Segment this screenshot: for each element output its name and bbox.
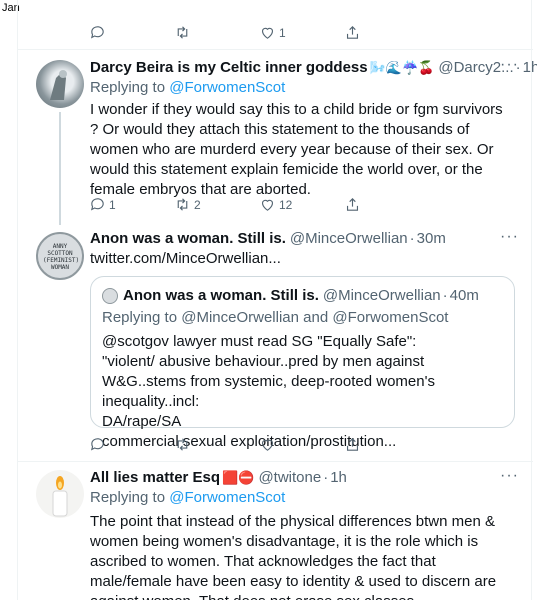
avatar[interactable]: ANNY SCOTTON (FEMINIST) WOMAN (36, 232, 84, 280)
timestamp[interactable]: 1h (523, 59, 537, 76)
quote-header: Anon was a woman. Still is. @MinceOrwell… (102, 287, 479, 304)
quoted-tweet[interactable]: Anon was a woman. Still is. @MinceOrwell… (90, 276, 515, 450)
quote-replying-to: Replying to @MinceOrwellian and @Forwome… (102, 309, 448, 326)
prev-tweet-actions: 1 (89, 24, 509, 41)
replying-to-link[interactable]: @ForwomenScot (169, 79, 285, 96)
retweet-icon (177, 198, 188, 211)
like-icon (261, 199, 274, 211)
avatar-badge-text: ANNY SCOTTON (FEMINIST) WOMAN (43, 243, 80, 271)
quote-line: DA/rape/SA (102, 413, 182, 430)
quote-author-name: Anon was a woman. Still is. (123, 287, 319, 304)
quote-author-handle: @MinceOrwellian (322, 287, 441, 304)
tweet1-header: Darcy Beira is my Celtic inner goddess 🌬… (90, 59, 537, 76)
separator-dot: · (409, 230, 415, 247)
reply-count: 1 (109, 197, 116, 212)
retweet-icon (177, 438, 188, 451)
author-handle[interactable]: @MinceOrwellian (290, 230, 408, 247)
retweet-count: 2 (194, 197, 201, 212)
quote-avatar (102, 287, 118, 304)
retweet-icon (177, 26, 188, 39)
more-icon[interactable]: ··· (500, 56, 519, 74)
share-icon (346, 438, 359, 451)
like-count: 1 (279, 25, 286, 40)
like-button[interactable]: 12 (259, 196, 344, 213)
reply-icon (90, 26, 104, 39)
timestamp[interactable]: 30m (417, 230, 446, 247)
replying-prefix: Replying to (90, 79, 166, 96)
tweet3-header: All lies matter Esq 🟥⛔ @twitone · 1h (90, 469, 347, 486)
like-button[interactable] (259, 436, 344, 453)
share-button[interactable] (344, 24, 361, 41)
tweet-text: I wonder if they would say this to a chi… (90, 101, 503, 198)
share-icon (346, 198, 359, 211)
quote-text: @scotgov lawyer must read SG "Equally Sa… (102, 332, 507, 452)
replying-to: Replying to @ForwomenScot (90, 79, 285, 96)
share-button[interactable] (344, 196, 361, 213)
divider (18, 49, 533, 50)
name-emojis: 🌬️🌊☔️🍒 (369, 59, 435, 75)
author-name[interactable]: All lies matter Esq (90, 469, 220, 486)
share-icon (346, 26, 359, 39)
more-icon[interactable]: ··· (500, 467, 519, 485)
author-handle[interactable]: @twitone (258, 469, 321, 486)
more-icon[interactable]: ··· (500, 228, 519, 246)
tweet-link[interactable]: twitter.com/MinceOrwellian... (90, 249, 281, 269)
retweet-button[interactable] (174, 436, 259, 453)
separator-dot: · (323, 469, 329, 486)
reply-icon (90, 198, 104, 211)
replying-to-user: @ForwomenScot (332, 309, 449, 326)
like-button[interactable]: 1 (259, 24, 344, 41)
replying-to-link[interactable]: @ForwomenScot (169, 489, 285, 506)
replying-to-user: @MinceOrwellian (181, 309, 299, 326)
divider (18, 461, 533, 462)
avatar[interactable] (36, 470, 84, 518)
avatar-image (50, 70, 67, 100)
like-icon (261, 439, 274, 451)
replying-and: and (303, 309, 329, 326)
timestamp[interactable]: 1h (330, 469, 347, 486)
name-emojis: 🟥⛔ (222, 469, 255, 485)
thread-line (59, 112, 61, 225)
tweet-text: The point that instead of the physical d… (90, 513, 497, 600)
tweet2-actions (89, 436, 509, 453)
like-count: 12 (279, 197, 293, 212)
reply-button[interactable]: 1 (89, 196, 174, 213)
replying-prefix: Replying to (90, 489, 166, 506)
share-button[interactable] (344, 436, 361, 453)
separator-dot: · (442, 287, 448, 304)
quote-timestamp: 40m (449, 287, 479, 304)
replying-to: Replying to @ForwomenScot (90, 489, 285, 506)
reply-icon (90, 438, 104, 451)
author-name[interactable]: Anon was a woman. Still is. (90, 230, 286, 247)
like-icon (261, 27, 274, 39)
timeline: 1 Darcy Beira is my Celtic inner goddess… (17, 0, 537, 600)
reply-button[interactable] (89, 436, 174, 453)
avatar[interactable] (36, 60, 84, 108)
replying-prefix: Replying to (102, 309, 178, 326)
reply-button[interactable] (89, 24, 174, 41)
retweet-button[interactable] (174, 24, 259, 41)
retweet-button[interactable]: 2 (174, 196, 259, 213)
tweet1-actions: 1 2 12 (89, 196, 509, 213)
quote-line: "violent/ abusive behaviour..pred by men… (102, 353, 435, 410)
candle-icon (52, 476, 68, 517)
quote-line: @scotgov lawyer must read SG "Equally Sa… (102, 333, 417, 350)
author-name[interactable]: Darcy Beira is my Celtic inner goddess (90, 59, 368, 76)
tweet2-header: Anon was a woman. Still is. @MinceOrwell… (90, 230, 446, 247)
